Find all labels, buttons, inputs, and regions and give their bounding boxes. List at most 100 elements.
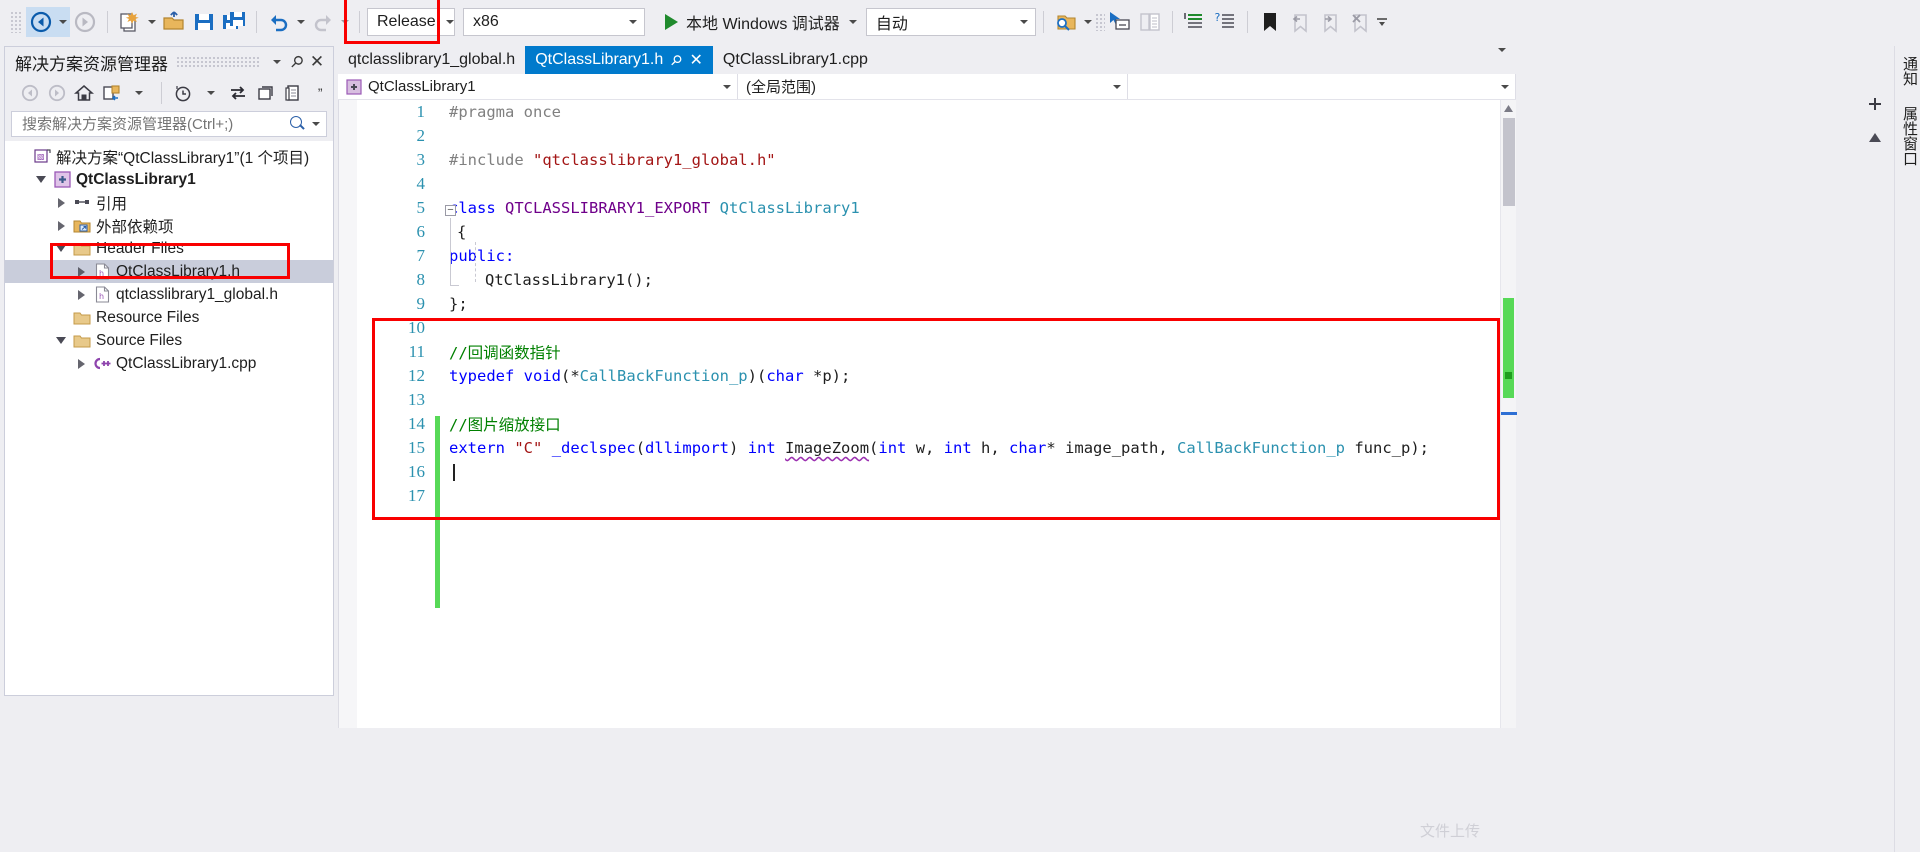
- editor-tab-qtclasslibrary1_global.h[interactable]: qtclasslibrary1_global.h: [338, 46, 526, 74]
- solution-configuration-combo[interactable]: Release: [367, 8, 455, 36]
- twisty[interactable]: [71, 358, 91, 369]
- folder-icon: [71, 309, 93, 326]
- tree-item-headerfiles[interactable]: Header Files: [5, 237, 333, 260]
- twisty[interactable]: [51, 197, 71, 208]
- clear-bookmarks-button[interactable]: [1345, 7, 1375, 37]
- redo-button[interactable]: [308, 7, 338, 37]
- twisty[interactable]: [51, 337, 71, 344]
- editor-vertical-scrollbar[interactable]: [1500, 100, 1517, 728]
- twisty[interactable]: [51, 245, 71, 252]
- forward-button[interactable]: [44, 81, 69, 105]
- start-debugging-dropdown[interactable]: [846, 7, 860, 37]
- search-options-chevron-icon[interactable]: [312, 122, 320, 126]
- tree-item-sourcefiles[interactable]: Source Files: [5, 329, 333, 352]
- tree-item-qtclasslibrary1.h[interactable]: h QtClassLibrary1.h: [5, 260, 333, 283]
- sync-with-active-document-button[interactable]: [225, 81, 250, 105]
- tree-item-qtclasslibrary1.cpp[interactable]: QtClassLibrary1.cpp: [5, 352, 333, 375]
- save-all-button[interactable]: [219, 7, 249, 37]
- scroll-up-small-icon[interactable]: [1864, 127, 1886, 147]
- collapse-chevron-icon[interactable]: [36, 176, 46, 183]
- toggle-bookmark-button[interactable]: [1255, 7, 1285, 37]
- line-number-value: 14: [408, 414, 425, 433]
- switch-views-dropdown[interactable]: [126, 81, 151, 105]
- home-button[interactable]: [72, 81, 97, 105]
- pending-changes-button[interactable]: [171, 81, 196, 105]
- save-button[interactable]: [189, 7, 219, 37]
- expand-chevron-icon[interactable]: [77, 289, 85, 300]
- code-editor[interactable]: 1 2 3 4 5 6 7 8 9 10 11 12 13 14 15 16 17 − #pragma once…: [338, 100, 1516, 728]
- toolbar-grip-2[interactable]: [1094, 13, 1105, 31]
- editor-tab-qtclasslibrary1.h[interactable]: QtClassLibrary1.h ⚲ ✕: [525, 46, 713, 74]
- redo-dropdown[interactable]: [338, 7, 352, 37]
- uncomment-selection-button[interactable]: ?: [1210, 7, 1240, 37]
- breadcrumb-extra-combo[interactable]: [1128, 74, 1516, 99]
- open-file-button[interactable]: [159, 7, 189, 37]
- chevron-down-icon: [1501, 84, 1509, 89]
- tree-item-qtclasslibrary1[interactable]: QtClassLibrary1: [5, 168, 333, 191]
- expand-chevron-icon[interactable]: [57, 197, 65, 208]
- solution-search-box[interactable]: [11, 111, 327, 137]
- toolbar-overflow-button[interactable]: [1375, 7, 1389, 37]
- solution-toolbar-overflow[interactable]: ”: [308, 81, 333, 105]
- twisty[interactable]: [51, 220, 71, 231]
- undo-button[interactable]: [264, 7, 294, 37]
- twisty[interactable]: [31, 176, 51, 183]
- editor-tab-qtclasslibrary1.cpp[interactable]: QtClassLibrary1.cpp: [712, 46, 878, 74]
- code-text-area[interactable]: − #pragma once #include "qtclasslibrary1…: [445, 100, 1516, 728]
- select-element-button[interactable]: [1105, 7, 1135, 37]
- close-icon[interactable]: ✕: [690, 50, 703, 70]
- navigate-back-button[interactable]: [26, 7, 56, 37]
- debug-target-combo[interactable]: 自动: [865, 8, 1036, 36]
- expand-chevron-icon[interactable]: [77, 358, 85, 369]
- breadcrumb-scope-combo[interactable]: QtClassLibrary1: [338, 74, 738, 99]
- start-debugging-button[interactable]: 本地 Windows 调试器: [655, 7, 846, 37]
- back-button[interactable]: [17, 81, 42, 105]
- toolbar-grip[interactable]: [10, 11, 22, 33]
- panel-drag-grip[interactable]: [176, 55, 259, 69]
- tree-item-qtclasslibrary11[interactable]: ▧ 解决方案“QtClassLibrary1”(1 个项目): [5, 145, 333, 168]
- expand-chevron-icon[interactable]: [77, 266, 85, 277]
- panel-menu-button[interactable]: [267, 51, 287, 73]
- collapse-chevron-icon[interactable]: [56, 245, 66, 252]
- collapse-chevron-icon[interactable]: [56, 337, 66, 344]
- new-item-button[interactable]: [115, 7, 145, 37]
- scroll-up-button[interactable]: [1501, 100, 1516, 116]
- show-all-files-button[interactable]: [280, 81, 305, 105]
- navigate-forward-button[interactable]: [70, 7, 100, 37]
- tree-item-resourcefiles[interactable]: Resource Files: [5, 306, 333, 329]
- breadcrumb-member-combo[interactable]: (全局范围): [738, 74, 1128, 99]
- fold-collapse-icon[interactable]: −: [445, 205, 456, 216]
- pending-changes-dropdown[interactable]: [198, 81, 223, 105]
- panel-close-button[interactable]: ✕: [307, 51, 327, 73]
- next-bookmark-button[interactable]: [1315, 7, 1345, 37]
- pin-icon[interactable]: ⚲: [667, 50, 686, 69]
- editor-indicator-margin[interactable]: [339, 100, 357, 728]
- tree-item-[interactable]: 引用: [5, 191, 333, 214]
- expand-chevron-icon[interactable]: [57, 220, 65, 231]
- previous-bookmark-button[interactable]: [1285, 7, 1315, 37]
- line-number-value: 7: [416, 246, 426, 265]
- comment-selection-button[interactable]: [1180, 7, 1210, 37]
- twisty[interactable]: [71, 266, 91, 277]
- find-in-files-button[interactable]: [1051, 7, 1081, 37]
- tab-notifications[interactable]: 通知: [1895, 46, 1920, 96]
- twisty[interactable]: [71, 289, 91, 300]
- solution-platform-combo[interactable]: x86: [463, 8, 645, 36]
- navigate-back-dropdown[interactable]: [56, 7, 70, 37]
- search-input[interactable]: [20, 114, 288, 134]
- find-dropdown[interactable]: [1081, 7, 1095, 37]
- solution-tree[interactable]: ▧ 解决方案“QtClassLibrary1”(1 个项目) QtClassLibr…: [5, 141, 333, 695]
- new-item-dropdown[interactable]: [145, 7, 159, 37]
- switch-views-button[interactable]: [99, 81, 124, 105]
- refresh-button[interactable]: [253, 81, 278, 105]
- panel-pin-button[interactable]: ⚲: [286, 51, 307, 73]
- tree-item-qtclasslibrary1_global.h[interactable]: h qtclasslibrary1_global.h: [5, 283, 333, 306]
- undo-dropdown[interactable]: [294, 7, 308, 37]
- tab-properties[interactable]: 属性窗口: [1895, 96, 1920, 176]
- editor-tabstrip[interactable]: qtclasslibrary1_global.h QtClassLibrary1.…: [338, 46, 1516, 74]
- tree-item-[interactable]: 外部依赖项: [5, 214, 333, 237]
- compare-files-button[interactable]: [1135, 7, 1165, 37]
- scrollbar-thumb[interactable]: [1503, 118, 1515, 206]
- tabstrip-overflow-chevron[interactable]: [1488, 48, 1516, 74]
- add-to-toolbox-icon[interactable]: [1864, 96, 1886, 117]
